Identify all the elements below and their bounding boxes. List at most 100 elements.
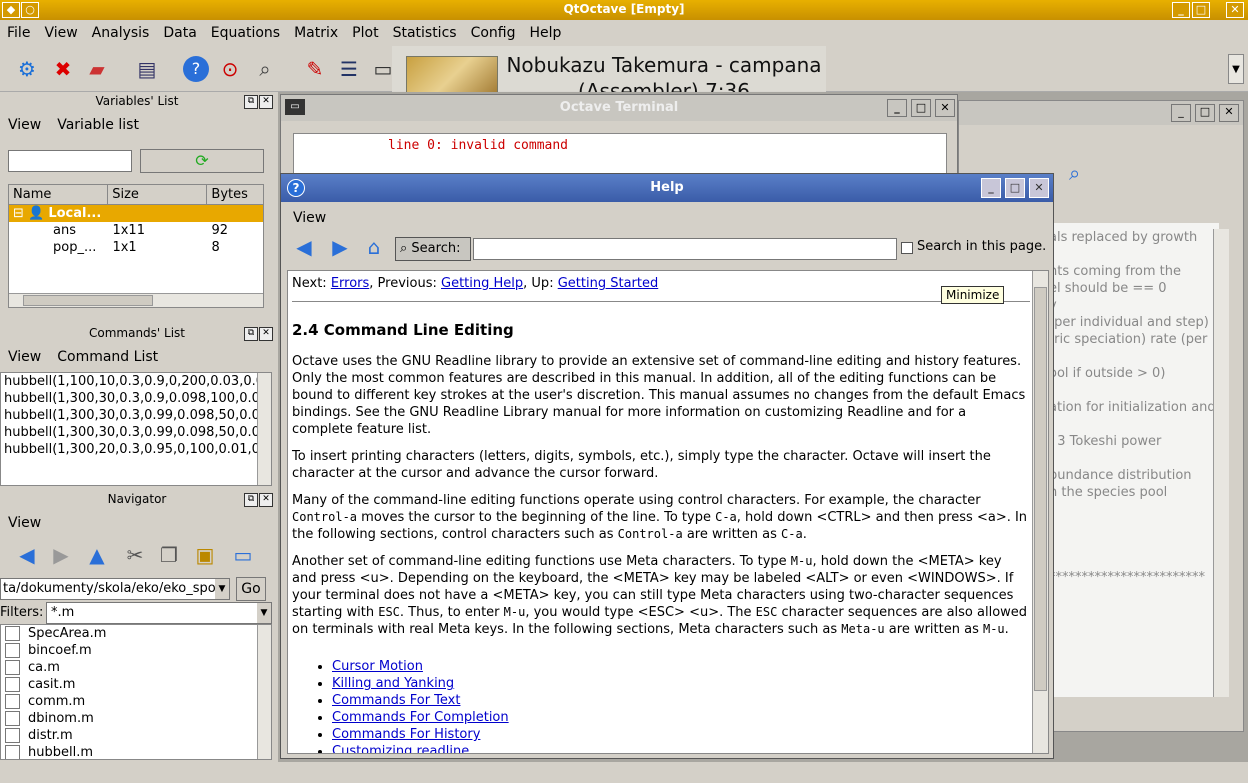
vertical-scrollbar[interactable] <box>257 625 271 759</box>
close-icon[interactable]: ✕ <box>259 95 273 109</box>
minimize-button[interactable]: _ <box>1171 104 1191 122</box>
close-button[interactable]: ✕ <box>935 99 955 117</box>
menu-file[interactable]: File <box>0 22 37 44</box>
search-icon[interactable]: ⌕ <box>252 56 278 82</box>
menu-variable-list[interactable]: Variable list <box>49 110 147 140</box>
menu-equations[interactable]: Equations <box>204 22 287 44</box>
search-in-page-checkbox[interactable] <box>901 242 913 254</box>
back-arrow-icon[interactable]: ◀ <box>291 234 317 260</box>
menu-data[interactable]: Data <box>156 22 203 44</box>
close-icon[interactable]: ✕ <box>259 327 273 341</box>
list-item[interactable]: casit.m <box>1 676 271 693</box>
vertical-scrollbar[interactable] <box>1213 229 1229 697</box>
menu-help[interactable]: Help <box>522 22 568 44</box>
collapse-icon[interactable]: ⊟ 👤 <box>13 206 48 221</box>
scrollbar-thumb[interactable] <box>1034 287 1047 691</box>
list-item[interactable]: hubbell(1,300,30,0.3,0.99,0.098,50,0.03 <box>1 424 271 441</box>
menu-matrix[interactable]: Matrix <box>287 22 345 44</box>
filter-input[interactable]: *.m ▼ <box>46 602 272 624</box>
list-item[interactable]: hubbell(1,300,30,0.3,0.99,0.098,50,0.03 <box>1 407 271 424</box>
vertical-scrollbar[interactable] <box>257 373 271 485</box>
new-folder-icon[interactable]: ▭ <box>230 542 256 568</box>
search-toggle-button[interactable]: ⌕ Search: <box>395 237 471 261</box>
list-item[interactable]: hubbell(1,300,30,0.3,0.9,0.098,100,0.03 <box>1 390 271 407</box>
toolbar-dropdown-arrow[interactable]: ▼ <box>1228 54 1244 84</box>
eraser-icon[interactable]: ▰ <box>84 56 110 82</box>
next-link[interactable]: Errors <box>331 276 369 291</box>
sticky-icon[interactable]: ○ <box>21 2 39 18</box>
chevron-down-icon[interactable]: ▼ <box>215 579 229 599</box>
variable-filter-input[interactable] <box>8 150 132 172</box>
float-icon[interactable]: ⧉ <box>244 95 258 109</box>
topic-link[interactable]: Cursor Motion <box>332 659 423 674</box>
minimize-button[interactable]: _ <box>1172 2 1190 18</box>
search-icon[interactable]: ⌕ <box>1069 161 1080 185</box>
app-menu-icon[interactable]: ◆ <box>2 2 20 18</box>
list-icon[interactable]: ☰ <box>336 56 362 82</box>
copy-icon[interactable]: ❐ <box>156 542 182 568</box>
path-combo[interactable]: ta/dokumenty/skola/eko/eko_spol ▼ <box>0 578 230 600</box>
refresh-button[interactable]: ⟳ <box>140 149 264 173</box>
list-item[interactable]: ca.m <box>1 659 271 676</box>
maximize-button[interactable]: □ <box>1192 2 1210 18</box>
column-bytes[interactable]: Bytes <box>207 185 263 204</box>
scrollbar-thumb[interactable] <box>23 295 153 306</box>
list-item[interactable]: bincoef.m <box>1 642 271 659</box>
up-arrow-icon[interactable]: ▲ <box>84 542 110 568</box>
list-item[interactable]: SpecArea.m <box>1 625 271 642</box>
menu-view[interactable]: View <box>285 204 334 232</box>
paste-icon[interactable]: ▣ <box>192 542 218 568</box>
list-item[interactable]: comm.m <box>1 693 271 710</box>
cut-icon[interactable]: ✂ <box>122 542 148 568</box>
topic-link[interactable]: Killing and Yanking <box>332 676 454 691</box>
list-item[interactable]: hubbell.m <box>1 744 271 759</box>
vertical-scrollbar[interactable] <box>1032 271 1048 753</box>
close-button[interactable]: ✕ <box>1219 104 1239 122</box>
terminal-window-icon[interactable]: ▤ <box>134 56 160 82</box>
menu-view[interactable]: View <box>0 342 49 372</box>
help-search-input[interactable] <box>473 238 897 260</box>
list-item[interactable]: hubbell(1,100,10,0.3,0.9,0,200,0.03,0.0 <box>1 373 271 390</box>
maximize-button[interactable]: □ <box>911 99 931 117</box>
close-icon[interactable]: ✕ <box>259 493 273 507</box>
topic-link[interactable]: Commands For History <box>332 727 480 742</box>
maximize-button[interactable]: □ <box>1005 178 1025 198</box>
previous-link[interactable]: Getting Help <box>441 276 523 291</box>
home-icon[interactable]: ⌂ <box>361 234 387 260</box>
horizontal-scrollbar[interactable] <box>9 293 263 307</box>
up-link[interactable]: Getting Started <box>558 276 659 291</box>
menu-plot[interactable]: Plot <box>345 22 385 44</box>
stop-icon[interactable]: ✖ <box>50 56 76 82</box>
close-button[interactable]: ✕ <box>1226 2 1244 18</box>
close-button[interactable]: ✕ <box>1029 178 1049 198</box>
minimize-button[interactable]: _ <box>887 99 907 117</box>
back-arrow-icon[interactable]: ◀ <box>14 542 40 568</box>
menu-analysis[interactable]: Analysis <box>85 22 157 44</box>
topic-link[interactable]: Customizing readline <box>332 744 469 753</box>
float-icon[interactable]: ⧉ <box>244 493 258 507</box>
menu-statistics[interactable]: Statistics <box>386 22 464 44</box>
topic-link[interactable]: Commands For Text <box>332 693 460 708</box>
go-button[interactable]: Go <box>236 577 266 601</box>
column-name[interactable]: Name <box>9 185 109 204</box>
editor-pen-icon[interactable]: ✎ <box>302 56 328 82</box>
float-icon[interactable]: ⧉ <box>244 327 258 341</box>
maximize-button[interactable]: □ <box>1195 104 1215 122</box>
table-row[interactable]: pop_... 1x1 8 <box>9 239 263 256</box>
editor-text-area[interactable]: als replaced by growth nts coming from t… <box>1049 223 1219 697</box>
column-size[interactable]: Size <box>108 185 208 204</box>
table-row[interactable]: ans 1x11 92 <box>9 222 263 239</box>
settings-gear-icon[interactable]: ⚙ <box>14 56 40 82</box>
forward-arrow-icon[interactable]: ▶ <box>48 542 74 568</box>
forward-arrow-icon[interactable]: ▶ <box>327 234 353 260</box>
menu-view[interactable]: View <box>37 22 84 44</box>
topic-link[interactable]: Commands For Completion <box>332 710 509 725</box>
help-icon[interactable]: ? <box>183 56 209 82</box>
minimize-button[interactable]: _ <box>981 178 1001 198</box>
menu-view[interactable]: View <box>0 508 49 538</box>
menu-config[interactable]: Config <box>464 22 523 44</box>
search-help-icon[interactable]: ⊙ <box>217 56 243 82</box>
menu-view[interactable]: View <box>0 110 49 140</box>
table-row[interactable]: ⊟ 👤 Local... <box>9 205 263 222</box>
list-item[interactable]: dbinom.m <box>1 710 271 727</box>
